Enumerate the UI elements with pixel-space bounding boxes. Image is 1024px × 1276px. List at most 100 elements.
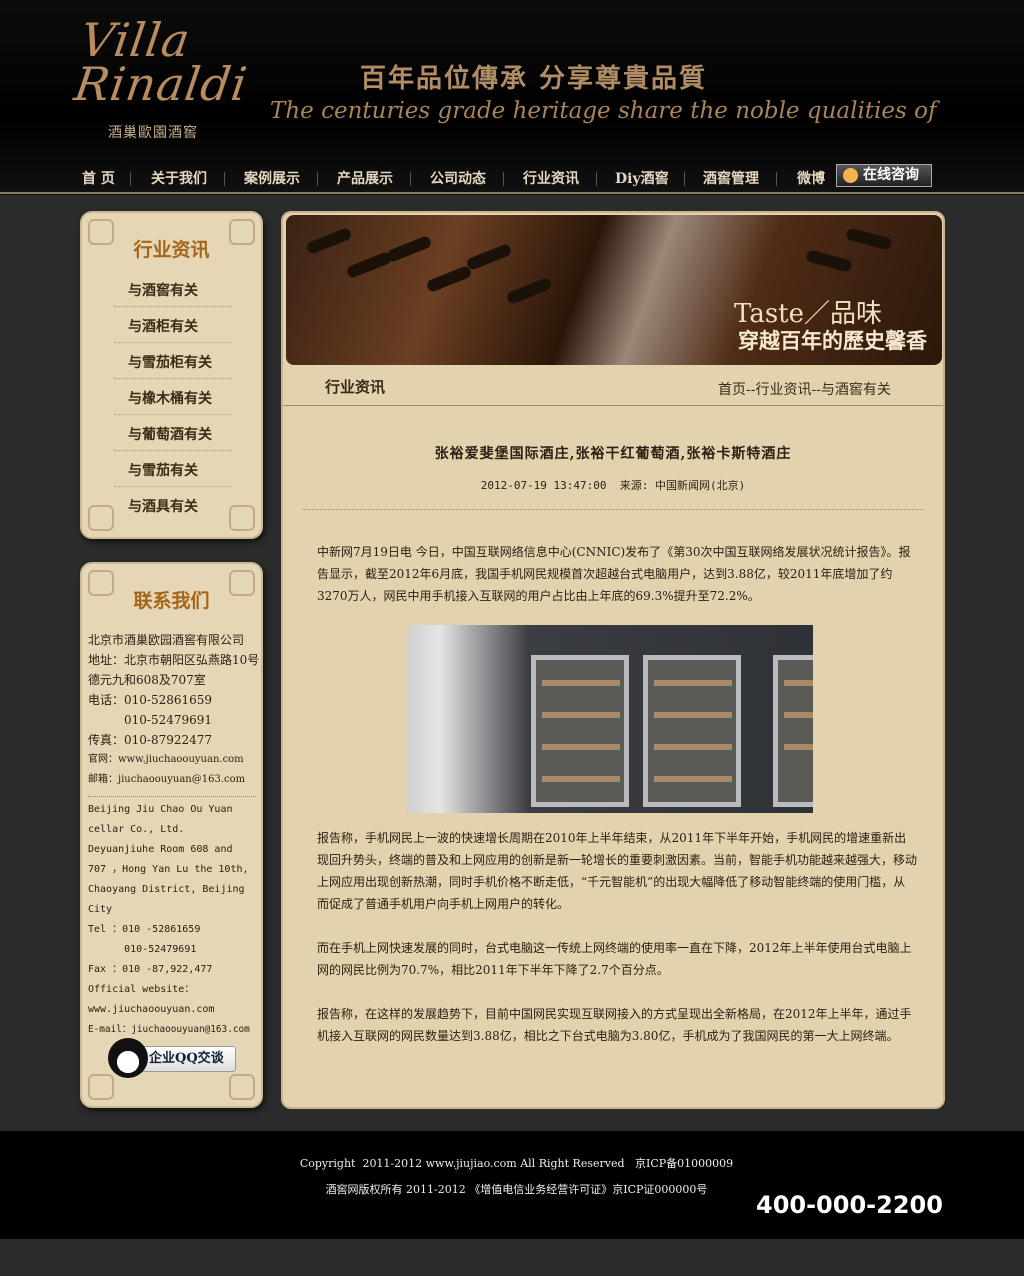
contact-line: 官网：www.jiuchaoouyuan.com [88, 754, 244, 765]
contact-line: Official website： [88, 984, 195, 995]
shelf [542, 680, 620, 686]
bottle-decoration [385, 234, 433, 264]
bottle-decoration [845, 227, 893, 251]
nav-cellar-management[interactable]: 酒窖管理 [703, 168, 759, 188]
contact-line: 传真：010-87922477 [88, 733, 213, 747]
contact-line: 707 ，Hong Yan Lu the 10th, [88, 864, 249, 875]
sidebar-item-wine-tools[interactable]: 与酒具有关 [114, 487, 232, 523]
sidebar-item-cellar[interactable]: 与酒窖有关 [114, 271, 232, 307]
bottle-decoration [465, 242, 513, 272]
sidebar-item-cigar[interactable]: 与雪茄有关 [114, 451, 232, 487]
ornament-icon [229, 505, 255, 531]
ornament-icon [88, 505, 114, 531]
shelf [542, 744, 620, 750]
nav-diy-cellar[interactable]: Diy酒窖 [615, 168, 669, 188]
sidebar-item-oak-barrel[interactable]: 与橡木桶有关 [114, 379, 232, 415]
contact-line: 010-52479691 [88, 713, 213, 727]
nav-company-news[interactable]: 公司动态 [430, 168, 486, 188]
contact-divider [88, 796, 256, 797]
nav-divider [130, 172, 131, 186]
online-consult-button[interactable]: 在线咨询 [836, 164, 932, 187]
contact-english: Beijing Jiu Chao Ou Yuan cellar Co., Ltd… [88, 800, 250, 1040]
bottle-decoration [805, 249, 853, 273]
cellar-banner: Taste／品味 穿越百年的歷史馨香 [286, 215, 942, 365]
bottle-decoration [425, 264, 473, 294]
contact-line: Fax ：010 -87,922,477 [88, 964, 213, 975]
nav-divider [224, 172, 225, 186]
sidebar-contact-box: 联系我们 北京市酒巢欧园酒窖有限公司 地址：北京市朝阳区弘燕路10号 德元九和6… [80, 562, 263, 1108]
contact-line: www.jiuchaoouyuan.com [88, 1004, 215, 1015]
nav-about[interactable]: 关于我们 [151, 168, 207, 188]
article-paragraph: 而在手机上网快速发展的同时，台式电脑这一传统上网终端的使用率一直在下降，2012… [317, 941, 912, 977]
section-divider [283, 405, 943, 406]
footer-copyright: Copyright 2011-2012 www.jiujiao.com All … [299, 1157, 734, 1170]
contact-line: 北京市酒巢欧园酒窖有限公司 [88, 633, 245, 647]
sidebar-item-wine-cabinet[interactable]: 与酒柜有关 [114, 307, 232, 343]
nav-home[interactable]: 首 页 [82, 168, 115, 188]
shelf [542, 776, 620, 782]
qq-penguin-icon[interactable] [108, 1038, 148, 1078]
user-icon [843, 168, 858, 183]
nav-cases[interactable]: 案例展示 [244, 168, 300, 188]
slogan-english: The centuries grade heritage share the n… [270, 98, 937, 124]
shelf [784, 712, 813, 718]
nav-divider [684, 172, 685, 186]
footer-phone: 400-000-2200 [756, 1191, 943, 1219]
article-title: 张裕爱斐堡国际酒庄,张裕干红葡萄酒,张裕卡斯特酒庄 [434, 446, 792, 462]
sidebar-news-menu: 与酒窖有关 与酒柜有关 与雪茄柜有关 与橡木桶有关 与葡萄酒有关 与雪茄有关 与… [114, 271, 232, 523]
shelf [784, 744, 813, 750]
shelf [654, 776, 732, 782]
logo-cn-text: 酒巢歐園酒窖 [108, 125, 198, 141]
nav-products[interactable]: 产品展示 [337, 168, 393, 188]
contact-line: 电话：010-52861659 [88, 693, 213, 707]
site-logo[interactable]: Villa Rinaldi 酒巢歐園酒窖 [71, 13, 251, 143]
article-paragraph: 中新网7月19日电 今日，中国互联网络信息中心(CNNIC)发布了《第30次中国… [317, 545, 911, 603]
article-paragraph: 报告称，手机网民上一波的快速增长周期在2010年上半年结束，从2011年下半年开… [317, 831, 918, 911]
banner-history-text: 穿越百年的歷史馨香 [738, 328, 927, 353]
main-content: Taste／品味 穿越百年的歷史馨香 行业资讯 首页--行业资讯--与酒窖有关 … [281, 211, 945, 1109]
contact-line: E-mail：jiuchaoouyuan@163.com [88, 1024, 250, 1035]
breadcrumb[interactable]: 首页--行业资讯--与酒窖有关 [718, 379, 891, 399]
cabinet-door [643, 655, 741, 807]
contact-line: cellar Co., Ltd. [88, 824, 185, 835]
contact-line: Tel ：010 -52861659 [88, 924, 201, 935]
contact-line: City [88, 904, 113, 915]
cabinet-door [773, 655, 813, 807]
bottle-decoration [305, 226, 353, 256]
nav-weibo[interactable]: 微博 [797, 168, 825, 188]
qq-chat-label: 企业QQ交谈 [149, 1051, 224, 1066]
shelf [654, 744, 732, 750]
slogan-chinese: 百年品位傳承 分享尊貴品質 [360, 64, 708, 94]
contact-line: Beijing Jiu Chao Ou Yuan [88, 804, 233, 815]
site-footer: Copyright 2011-2012 www.jiujiao.com All … [0, 1131, 1024, 1239]
sidebar-item-cigar-cabinet[interactable]: 与雪茄柜有关 [114, 343, 232, 379]
contact-line: Deyuanjiuhe Room 608 and [88, 844, 233, 855]
article-divider [303, 509, 923, 510]
section-title: 行业资讯 [325, 378, 386, 396]
contact-line: 德元九和608及707室 [88, 673, 206, 687]
contact-line: Chaoyang District, Beijing [88, 884, 245, 895]
nav-divider [503, 172, 504, 186]
shelf [654, 680, 732, 686]
shelf [784, 680, 813, 686]
wine-cabinet-image [407, 625, 813, 813]
nav-divider [596, 172, 597, 186]
shelf [542, 712, 620, 718]
contact-line: 邮箱：jiuchaoouyuan@163.com [88, 774, 246, 785]
bottle-decoration [505, 276, 553, 306]
article-paragraph: 报告称，在这样的发展趋势下，目前中国网民实现互联网接入的方式呈现出全新格局，在2… [317, 1007, 912, 1043]
nav-industry-news[interactable]: 行业资讯 [523, 168, 579, 188]
contact-chinese: 北京市酒巢欧园酒窖有限公司 地址：北京市朝阳区弘燕路10号 德元九和608及70… [88, 630, 259, 790]
site-header: Villa Rinaldi 酒巢歐園酒窖 百年品位傳承 分享尊貴品質 The c… [0, 0, 1024, 195]
shelf [654, 712, 732, 718]
online-consult-label: 在线咨询 [863, 167, 919, 183]
logo-script-text: Villa Rinaldi [71, 13, 251, 111]
nav-divider [776, 172, 777, 186]
contact-line: 地址：北京市朝阳区弘燕路10号 [88, 653, 260, 667]
article-meta: 2012-07-19 13:47:00 来源: 中国新闻网(北京) [480, 479, 746, 492]
sidebar-news-box: 行业资讯 与酒窖有关 与酒柜有关 与雪茄柜有关 与橡木桶有关 与葡萄酒有关 与雪… [80, 211, 263, 539]
sidebar-contact-title: 联系我们 [133, 590, 210, 612]
bottle-decoration [345, 250, 393, 280]
sidebar-item-wine[interactable]: 与葡萄酒有关 [114, 415, 232, 451]
main-nav: 首 页 关于我们 案例展示 产品展示 公司动态 行业资讯 Diy酒窖 酒窖管理 … [70, 162, 950, 192]
